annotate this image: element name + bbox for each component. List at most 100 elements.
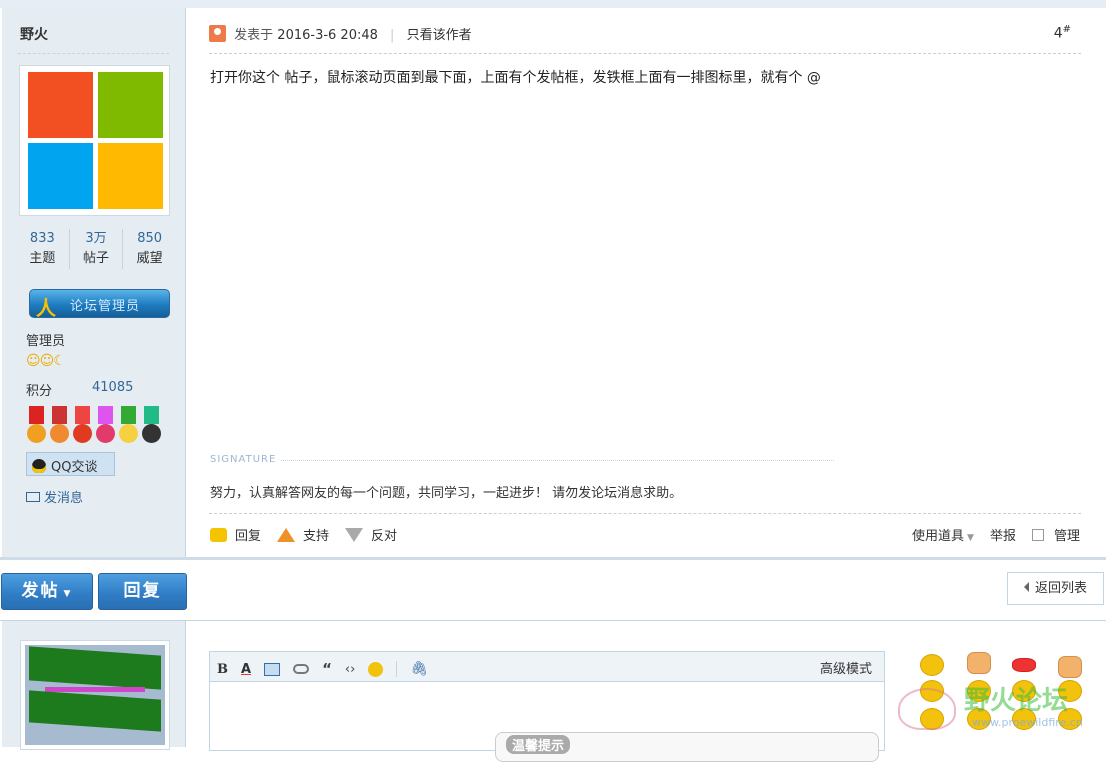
post-header: 发表于 2016-3-6 20:48 | 只看该作者 4#	[209, 24, 1081, 54]
divider	[18, 53, 169, 54]
tip-box: 温馨提示	[495, 732, 879, 762]
floor-number[interactable]: 4#	[1054, 24, 1071, 42]
medal-icon[interactable]	[95, 406, 116, 444]
stat-posts[interactable]: 3万 帖子	[70, 229, 124, 269]
action-bar: 发帖 ▼ 回复 返回列表	[0, 560, 1106, 620]
reply-sidebar	[2, 621, 186, 750]
qq-penguin-icon	[32, 459, 46, 473]
posted-time: 2016-3-6 20:48	[277, 28, 378, 43]
watermark: 野火论坛 www.proewildfire.cn	[902, 680, 1083, 729]
manage-checkbox[interactable]	[1031, 529, 1044, 541]
lips-icon[interactable]	[1012, 658, 1036, 672]
code-icon[interactable]: ‹›	[345, 662, 355, 677]
support-label: 支持	[303, 529, 330, 544]
font-color-icon[interactable]: A	[241, 662, 251, 677]
forum-post: 野火 833 主题 3万 帖子 850 威望 人 论坛管理员 管理员 ☺☺☾ 积…	[0, 0, 1106, 560]
qq-chat-button[interactable]: QQ交谈	[26, 452, 115, 476]
stat-label: 帖子	[83, 251, 110, 266]
oppose-label: 反对	[371, 529, 398, 544]
reply-action[interactable]: 回复	[210, 525, 261, 544]
medal-icon[interactable]	[49, 406, 70, 444]
watermark-text: 野火论坛	[964, 686, 1069, 716]
floor-sup: #	[1062, 24, 1071, 35]
report-link[interactable]: 举报	[990, 525, 1016, 544]
medal-icon[interactable]	[26, 406, 47, 444]
points-label: 积分	[26, 384, 53, 399]
handshake-icon[interactable]	[1058, 656, 1082, 678]
stat-value: 850	[137, 231, 163, 246]
signature-divider	[281, 460, 834, 461]
points-value: 41085	[92, 380, 134, 395]
new-post-button[interactable]: 发帖 ▼	[1, 573, 93, 610]
link-icon[interactable]	[293, 664, 310, 674]
signature-label: SIGNATURE	[210, 454, 277, 465]
runner-icon: 人	[36, 296, 56, 320]
avatar[interactable]	[20, 640, 170, 750]
reply-button[interactable]: 回复	[98, 573, 187, 610]
bold-icon[interactable]: B	[217, 662, 228, 677]
mold-model-avatar	[25, 645, 165, 745]
reply-icon	[210, 528, 227, 542]
peace-hand-icon[interactable]	[967, 652, 991, 674]
stat-label: 威望	[136, 251, 163, 266]
smiley-icon[interactable]	[368, 661, 384, 677]
manage-label: 管理	[1053, 529, 1080, 544]
reply-editor: B A “ ‹› 🖇 高级模式 温馨提示	[209, 651, 885, 762]
points-row: 积分 41085	[26, 380, 133, 399]
advanced-mode-link[interactable]: 高级模式	[820, 658, 872, 677]
only-author-link[interactable]: 只看该作者	[407, 28, 472, 43]
editor-toolbar: B A “ ‹› 🖇 高级模式	[210, 652, 884, 682]
back-to-list-button[interactable]: 返回列表	[1007, 572, 1104, 605]
post-top-border	[0, 0, 1106, 8]
tip-label: 温馨提示	[506, 735, 571, 754]
support-action[interactable]: 支持	[277, 525, 329, 544]
send-message-label: 发消息	[44, 491, 84, 506]
rank-icons: ☺☺☾	[26, 353, 66, 369]
chevron-left-icon	[1024, 582, 1029, 592]
divider	[209, 513, 1081, 514]
posted-prefix: 发表于	[234, 28, 274, 43]
watermark-url: www.proewildfire.cn	[972, 716, 1083, 729]
oppose-action[interactable]: 反对	[345, 525, 397, 544]
medal-icon[interactable]	[72, 406, 93, 444]
thumbs-down-arrow-icon	[345, 528, 364, 542]
windows-logo-avatar	[25, 71, 164, 210]
stat-prestige[interactable]: 850 威望	[123, 229, 176, 269]
admin-badge: 人 论坛管理员	[29, 289, 170, 320]
post-content: 打开你这个 帖子，鼠标滚动页面到最下面，上面有个发帖框，发铁框上面有一排图标里，…	[210, 70, 821, 86]
chevron-down-icon: ▼	[967, 533, 974, 543]
use-tool-label: 使用道具	[912, 529, 965, 544]
post-main: 发表于 2016-3-6 20:48 | 只看该作者 4# 打开你这个 帖子，鼠…	[187, 8, 1106, 557]
attachment-icon[interactable]: 🖇	[410, 661, 428, 677]
user-group[interactable]: 管理员	[26, 330, 65, 349]
user-icon	[209, 25, 226, 42]
signature-text: 努力，认真解答网友的每一个问题，共同学习，一起进步！ 请勿发论坛消息求助。	[210, 486, 683, 501]
quote-icon[interactable]: “	[322, 660, 332, 678]
author-name[interactable]: 野火	[20, 24, 48, 44]
use-tool-menu[interactable]: 使用道具 ▼	[912, 525, 974, 544]
author-stats: 833 主题 3万 帖子 850 威望	[16, 229, 176, 269]
admin-badge-label: 论坛管理员	[70, 299, 141, 314]
medal-list	[26, 406, 162, 444]
post-actions: 回复 支持 反对	[210, 525, 397, 544]
reply-label: 回复	[235, 529, 262, 544]
stat-label: 主题	[29, 251, 56, 266]
back-to-list-label: 返回列表	[1035, 581, 1088, 596]
image-icon[interactable]	[264, 662, 281, 676]
stat-threads[interactable]: 833 主题	[16, 229, 70, 269]
floor-value: 4	[1053, 25, 1063, 42]
chevron-down-icon: ▼	[63, 589, 73, 599]
medal-icon[interactable]	[141, 406, 162, 444]
qq-chat-label: QQ交谈	[51, 460, 98, 475]
smiley-icon[interactable]	[920, 654, 944, 676]
post-tools: 使用道具 ▼ 举报 管理	[912, 525, 1080, 544]
manage-checkbox-row[interactable]: 管理	[1031, 525, 1080, 544]
medal-icon[interactable]	[118, 406, 139, 444]
new-post-label: 发帖	[21, 581, 60, 601]
thumbs-up-arrow-icon	[277, 528, 296, 542]
avatar[interactable]	[19, 65, 170, 216]
separator: |	[390, 28, 395, 43]
stat-value: 3万	[85, 231, 107, 246]
send-message-link[interactable]: 发消息	[26, 487, 83, 506]
envelope-icon	[26, 492, 40, 502]
